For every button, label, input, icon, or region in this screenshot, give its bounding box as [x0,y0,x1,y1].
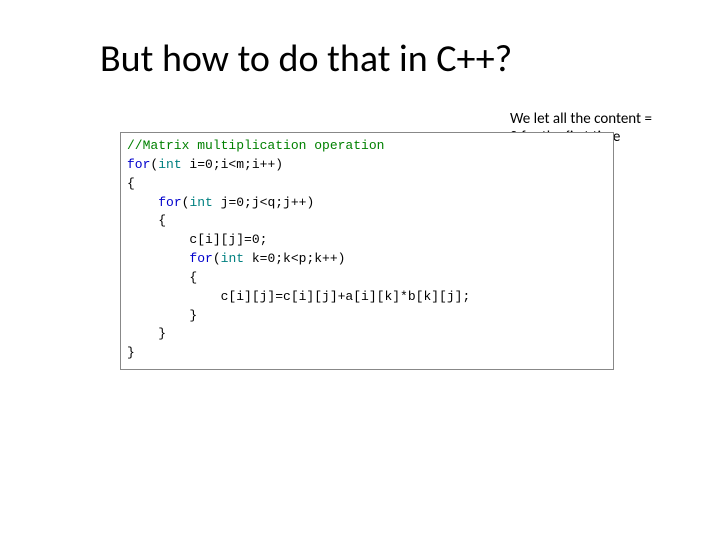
code-comment: //Matrix multiplication operation [127,138,384,153]
slide: But how to do that in C++? We let all th… [0,0,720,540]
code-text: } [127,345,135,360]
code-text: { [127,213,166,228]
kw-for: for [158,195,181,210]
kw-int: int [189,195,212,210]
kw-int: int [158,157,181,172]
kw-for: for [127,157,150,172]
code-text: { [127,270,197,285]
code-text: { [127,176,135,191]
code-block: //Matrix multiplication operation for(in… [120,132,614,370]
code-text: } [127,326,166,341]
code-text: k=0;k<p;k++) [244,251,345,266]
code-text: i=0;i<m;i++) [182,157,283,172]
code-text: c[i][j]=c[i][j]+a[i][k]*b[k][j]; [127,289,470,304]
code-text: j=0;j<q;j++) [213,195,314,210]
code-content: //Matrix multiplication operation for(in… [127,137,607,363]
code-text: } [127,308,197,323]
code-text: c[i][j]=0; [127,232,267,247]
kw-for: for [189,251,212,266]
kw-int: int [221,251,244,266]
annotation-line1: We let all the content = [510,110,652,128]
slide-title: But how to do that in C++? [100,36,512,82]
